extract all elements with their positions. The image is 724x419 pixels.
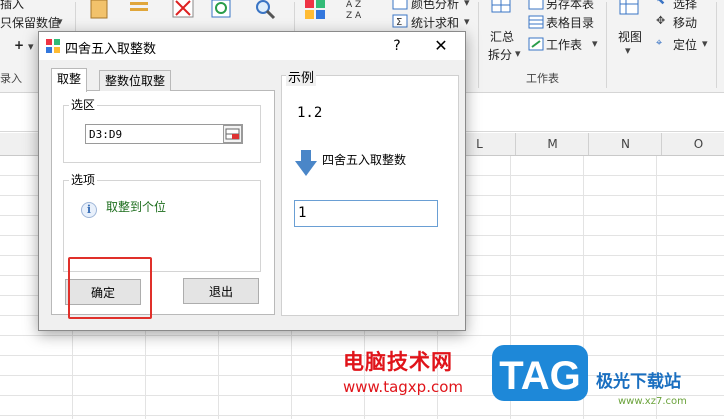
tag-logo-text: TAG: [499, 354, 580, 398]
watermark-title: 电脑技术网: [343, 350, 453, 374]
dropdown-arrow-icon[interactable]: ▾: [592, 37, 598, 50]
worksheet-icon[interactable]: [528, 37, 544, 51]
app-icon: [46, 39, 60, 53]
summary-split-icon[interactable]: [490, 0, 512, 18]
color-grid-icon[interactable]: [304, 0, 326, 20]
dropdown-arrow-icon[interactable]: ▾: [625, 44, 631, 57]
watermark-site-url: www.xz7.com: [618, 396, 687, 407]
svg-text:Z A: Z A: [346, 11, 362, 20]
group-label-sheet: 工作表: [526, 72, 559, 85]
dropdown-arrow-icon[interactable]: ▾: [464, 0, 470, 9]
table-index-icon[interactable]: [528, 15, 544, 29]
find-icon[interactable]: [254, 0, 276, 20]
result-value: 1: [294, 200, 438, 227]
range-group-label: 选区: [69, 96, 98, 113]
view-icon[interactable]: [618, 0, 640, 18]
select-cursor-icon[interactable]: ⬉: [656, 0, 665, 7]
tab-integer-digit-round[interactable]: 整数位取整: [99, 70, 172, 91]
column-header-n[interactable]: N: [588, 133, 662, 155]
column-header-o[interactable]: O: [661, 133, 724, 155]
dropdown-arrow-icon[interactable]: ▾: [702, 37, 708, 50]
text-lines-icon[interactable]: [128, 0, 150, 20]
ribbon-summary[interactable]: 汇总: [490, 28, 514, 45]
range-picker-icon[interactable]: [223, 125, 242, 143]
svg-text:A Z: A Z: [346, 0, 361, 10]
tag-logo-icon: TAG: [492, 345, 588, 401]
info-icon: i: [81, 202, 97, 218]
help-button[interactable]: ?: [385, 34, 409, 58]
ribbon-separator: [606, 2, 607, 88]
dropdown-arrow-icon[interactable]: ▾: [28, 40, 34, 53]
ribbon-plus[interactable]: +: [14, 38, 24, 52]
sum-icon[interactable]: Σ: [392, 14, 408, 28]
ribbon-save-table[interactable]: 另存本表: [546, 0, 594, 12]
example-label: 示例: [286, 67, 317, 86]
dropdown-arrow-icon[interactable]: ▾: [57, 15, 63, 28]
round-integer-dialog: 四舍五入取整数 ? ✕ 取整 整数位取整 选区 D3:D9 选项 i 取整到个位…: [38, 31, 466, 331]
ribbon-locate[interactable]: 定位: [673, 36, 697, 53]
svg-text:Σ: Σ: [396, 17, 402, 28]
dialog-title: 四舍五入取整数: [65, 42, 157, 57]
ribbon-insert[interactable]: 插入: [0, 0, 24, 12]
tab-round[interactable]: 取整: [51, 68, 88, 92]
dialog-titlebar[interactable]: 四舍五入取整数 ? ✕: [39, 32, 465, 60]
option-round-to-units: 取整到个位: [106, 200, 167, 214]
highlight-annotation: [68, 257, 152, 319]
dropdown-arrow-icon[interactable]: ▾: [464, 15, 470, 28]
example-value: 1.2: [297, 105, 323, 121]
delete-cells-icon[interactable]: [172, 0, 194, 20]
ribbon-split[interactable]: 拆分: [488, 46, 512, 63]
ribbon-separator: [716, 2, 717, 88]
ribbon-color-analysis[interactable]: 颜色分析: [411, 0, 459, 12]
options-group-label: 选项: [69, 171, 98, 188]
ribbon-table-index[interactable]: 表格目录: [546, 14, 594, 31]
arrow-label: 四舍五入取整数: [322, 153, 407, 167]
sort-az-icon[interactable]: A ZZ A: [344, 0, 366, 20]
color-analysis-icon[interactable]: [392, 0, 408, 10]
move-arrows-icon[interactable]: ✥: [656, 14, 665, 27]
ribbon-keep-value[interactable]: 只保留数值: [0, 14, 60, 31]
ribbon-worksheet[interactable]: 工作表: [546, 36, 582, 53]
ribbon-separator: [478, 2, 479, 88]
group-label-input: 录入: [0, 72, 22, 85]
down-arrow-icon: [295, 150, 317, 176]
watermark-url: www.tagxp.com: [343, 378, 463, 396]
exit-button[interactable]: 退出: [183, 278, 259, 304]
watermark-site: 极光下载站: [596, 372, 681, 392]
ribbon-move[interactable]: 移动: [673, 14, 697, 31]
ribbon-stats[interactable]: 统计求和: [411, 14, 459, 31]
dropdown-arrow-icon[interactable]: ▾: [515, 47, 521, 60]
locate-icon[interactable]: ⌖: [656, 36, 662, 50]
close-button[interactable]: ✕: [427, 34, 455, 58]
refresh-table-icon[interactable]: [210, 0, 232, 20]
ribbon-select[interactable]: 选择: [673, 0, 697, 12]
column-header-m[interactable]: M: [515, 133, 589, 155]
save-sheet-icon[interactable]: [528, 0, 544, 10]
paste-icon[interactable]: [88, 0, 110, 20]
range-input[interactable]: D3:D9: [85, 124, 243, 144]
ribbon-view[interactable]: 视图: [618, 28, 642, 45]
